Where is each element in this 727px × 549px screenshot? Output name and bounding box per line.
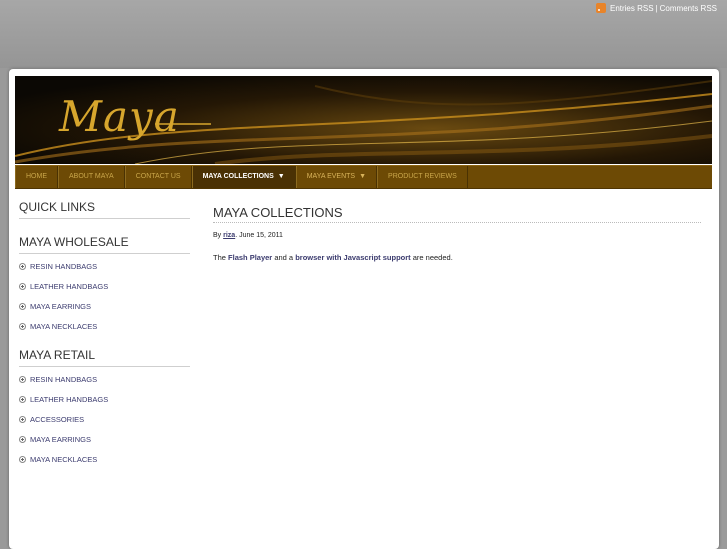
sidebar: QUICK LINKS MAYA WHOLESALE RESIN HANDBAG… bbox=[19, 200, 190, 473]
post-body: The Flash Player and a browser with Java… bbox=[213, 253, 701, 262]
flash-player-link[interactable]: Flash Player bbox=[228, 253, 272, 262]
post-text-the: The bbox=[213, 253, 226, 262]
chevron-down-icon: ▼ bbox=[359, 173, 367, 180]
plus-circle-icon bbox=[19, 376, 26, 383]
nav-product-reviews[interactable]: Product Reviews bbox=[377, 166, 468, 188]
nav-about-maya[interactable]: About Maya bbox=[58, 166, 125, 188]
post-date: . June 15, 2011 bbox=[235, 232, 283, 239]
rss-icon bbox=[595, 3, 606, 13]
sidebar-item-wholesale-necklaces[interactable]: MAYA NECKLACES bbox=[19, 320, 190, 340]
sidebar-item-retail-necklaces[interactable]: MAYA NECKLACES bbox=[19, 453, 190, 473]
plus-circle-icon bbox=[19, 263, 26, 270]
nav-contact-us[interactable]: Contact Us bbox=[124, 166, 192, 188]
post-text-and: and a bbox=[274, 253, 294, 262]
plus-circle-icon bbox=[19, 416, 26, 423]
wholesale-heading: MAYA WHOLESALE bbox=[19, 235, 190, 254]
sidebar-item-wholesale-leather-handbags[interactable]: LEATHER HANDBAGS bbox=[19, 280, 190, 300]
plus-circle-icon bbox=[19, 436, 26, 443]
maya-logo[interactable]: Maya bbox=[59, 92, 180, 141]
comments-rss-link[interactable]: Comments RSS bbox=[660, 4, 717, 13]
rss-separator: | bbox=[655, 3, 658, 13]
nav-maya-events-label: Maya Events bbox=[306, 173, 356, 180]
nav-maya-collections-label: Maya Collections bbox=[202, 173, 274, 180]
main-content: MAYA COLLECTIONS By riza. June 15, 2011 … bbox=[213, 205, 701, 262]
retail-heading: MAYA RETAIL bbox=[19, 348, 190, 367]
wholesale-list: RESIN HANDBAGS LEATHER HANDBAGS MAYA EAR… bbox=[19, 260, 190, 340]
plus-circle-icon bbox=[19, 323, 26, 330]
header-banner: Maya bbox=[15, 76, 712, 164]
post-meta: By riza. June 15, 2011 bbox=[213, 232, 701, 239]
quick-links-heading: QUICK LINKS bbox=[19, 200, 190, 219]
sidebar-item-retail-leather-handbags[interactable]: LEATHER HANDBAGS bbox=[19, 393, 190, 413]
main-nav: Home About Maya Contact Us Maya Collecti… bbox=[15, 165, 712, 189]
nav-maya-collections[interactable]: Maya Collections ▼ bbox=[191, 166, 296, 188]
top-bar: Entries RSS | Comments RSS bbox=[0, 0, 727, 68]
retail-list: RESIN HANDBAGS LEATHER HANDBAGS ACCESSOR… bbox=[19, 373, 190, 473]
sidebar-item-retail-accessories[interactable]: ACCESSORIES bbox=[19, 413, 190, 433]
browser-support-link[interactable]: browser with Javascript support bbox=[295, 253, 410, 262]
plus-circle-icon bbox=[19, 283, 26, 290]
sidebar-item-retail-earrings[interactable]: MAYA EARRINGS bbox=[19, 433, 190, 453]
post-by: By bbox=[213, 232, 222, 239]
page-frame: Maya Home About Maya Contact Us Maya Col… bbox=[9, 69, 719, 549]
chevron-down-icon: ▼ bbox=[277, 173, 285, 180]
plus-circle-icon bbox=[19, 303, 26, 310]
entries-rss-link[interactable]: Entries RSS bbox=[610, 4, 654, 13]
post-title[interactable]: MAYA COLLECTIONS bbox=[213, 205, 701, 223]
nav-home[interactable]: Home bbox=[15, 166, 58, 188]
sidebar-item-retail-resin-handbags[interactable]: RESIN HANDBAGS bbox=[19, 373, 190, 393]
plus-circle-icon bbox=[19, 396, 26, 403]
rss-links: Entries RSS | Comments RSS bbox=[595, 3, 717, 13]
nav-maya-events[interactable]: Maya Events ▼ bbox=[295, 166, 378, 188]
post-text-end: are needed. bbox=[412, 253, 453, 262]
sidebar-item-wholesale-earrings[interactable]: MAYA EARRINGS bbox=[19, 300, 190, 320]
plus-circle-icon bbox=[19, 456, 26, 463]
sidebar-item-wholesale-resin-handbags[interactable]: RESIN HANDBAGS bbox=[19, 260, 190, 280]
post-author-link[interactable]: riza bbox=[223, 232, 235, 239]
